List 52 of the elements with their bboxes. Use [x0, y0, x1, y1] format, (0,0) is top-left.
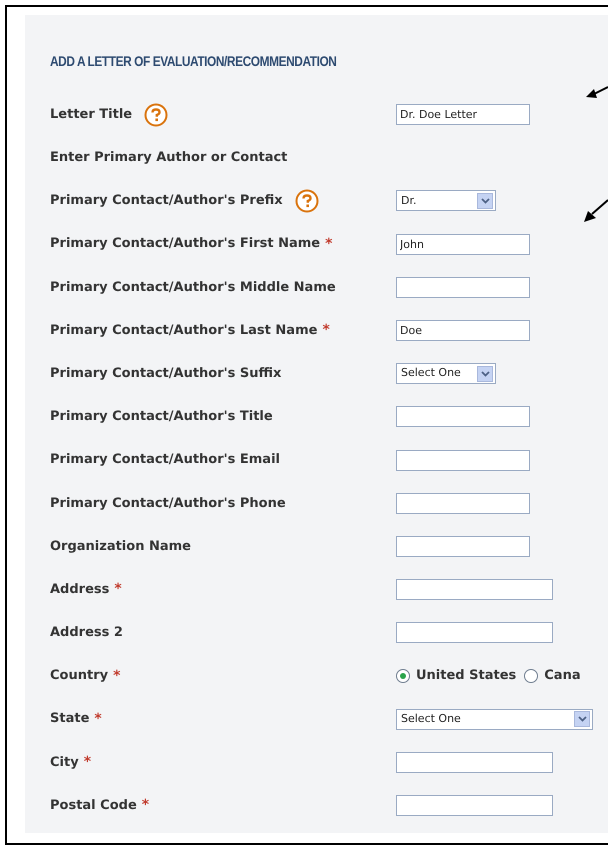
radio-button[interactable] [396, 669, 410, 684]
required-mark: * [142, 796, 150, 816]
field-label: Primary Contact/Author's Phone [50, 494, 286, 513]
radio-option[interactable]: Cana [524, 666, 581, 686]
field-label: Postal Code [50, 796, 137, 815]
text-field[interactable] [396, 622, 553, 644]
text-field[interactable] [396, 276, 530, 298]
field-label: Address [50, 580, 110, 599]
field-label: City [50, 754, 79, 772]
required-mark: * [325, 234, 332, 254]
dropdown[interactable]: Dr. [396, 190, 496, 212]
field-label: State [50, 710, 90, 728]
text-field[interactable] [396, 406, 530, 428]
required-mark: * [322, 321, 330, 340]
text-field[interactable]: Dr. Doe Letter [396, 104, 530, 126]
arrow-icon [584, 198, 608, 224]
field-label: Primary Contact/Author's Last Name [50, 322, 318, 340]
required-mark: * [94, 710, 102, 729]
required-mark: * [84, 752, 92, 772]
chevron-down-icon [578, 716, 586, 722]
field-label: Primary Contact/Author's Suffix [50, 364, 282, 383]
chevron-down-icon [480, 198, 490, 204]
field-label: Address 2 [50, 624, 123, 642]
chevron-down-icon [480, 370, 490, 377]
radio-option[interactable]: United States [396, 666, 516, 686]
text-field[interactable] [396, 492, 530, 514]
field-label: Primary Contact/Author's Title [50, 408, 273, 426]
help-icon[interactable] [294, 188, 319, 213]
field-label: Primary Contact/Author's Email [50, 451, 280, 470]
radio-button[interactable] [524, 669, 538, 684]
field-label: Primary Contact/Author's Prefix [50, 192, 283, 210]
dropdown-button[interactable] [574, 711, 590, 728]
help-icon[interactable] [144, 102, 168, 127]
dropdown-button[interactable] [477, 192, 493, 209]
text-field[interactable] [396, 795, 553, 816]
field-label: Primary Contact/Author's First Name [50, 235, 320, 254]
text-field[interactable] [396, 752, 553, 773]
field-label: Organization Name [50, 538, 191, 556]
text-field[interactable] [396, 579, 553, 600]
required-mark: * [113, 666, 120, 686]
form-heading: ADD A LETTER OF EVALUATION/RECOMMENDATION [50, 52, 338, 71]
field-label: Country [50, 667, 108, 686]
required-mark: * [114, 580, 122, 600]
dropdown[interactable]: Select One [396, 708, 593, 730]
text-field[interactable] [396, 450, 530, 471]
text-field[interactable]: Doe [396, 320, 530, 342]
field-label: Letter Title [50, 106, 132, 124]
field-label: Enter Primary Author or Contact [50, 149, 288, 168]
dropdown-button[interactable] [477, 366, 493, 382]
text-field[interactable] [396, 536, 530, 557]
field-label: Primary Contact/Author's Middle Name [50, 278, 336, 297]
dropdown[interactable]: Select One [396, 363, 496, 384]
